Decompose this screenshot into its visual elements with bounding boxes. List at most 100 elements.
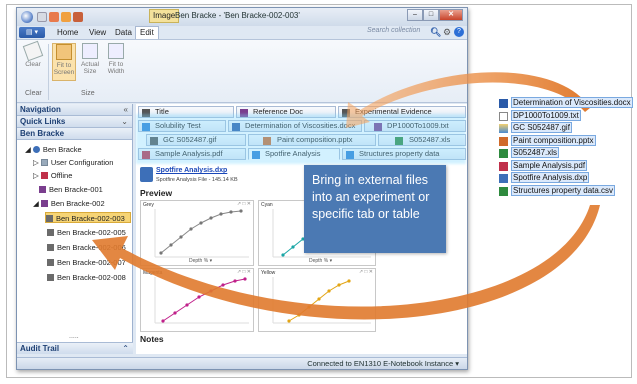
- notebook-icon: [40, 200, 48, 207]
- tab-reference-doc[interactable]: Reference Doc: [236, 106, 336, 118]
- menu-edit[interactable]: Edit: [135, 26, 159, 39]
- external-file-item[interactable]: DP1000To1009.txt: [498, 109, 626, 123]
- close-button[interactable]: ✕: [439, 9, 463, 21]
- tree-label: Ben Bracke-002-003: [56, 214, 125, 223]
- tab-experimental-evidence[interactable]: Experimental Evidence: [338, 106, 466, 118]
- external-file-item[interactable]: S052487.xls: [498, 147, 626, 160]
- chevron-up-icon[interactable]: ⌃: [122, 343, 129, 355]
- tree-item-ben-bracke-002-005[interactable]: Ben Bracke-002-005: [47, 227, 126, 238]
- fit-to-screen-label: Fit to Screen: [53, 62, 75, 76]
- fit-screen-icon: [56, 44, 72, 60]
- page-icon[interactable]: [37, 12, 47, 22]
- excel-icon: [499, 149, 508, 158]
- word-icon: [232, 123, 240, 131]
- tree-label: Ben Bracke-001: [49, 185, 103, 194]
- tree-label: Ben Bracke-002-006: [57, 243, 126, 252]
- tree-item-ben-bracke-002-003[interactable]: Ben Bracke-002-003: [45, 212, 131, 223]
- external-file-item[interactable]: Spotfire Analysis.dxp: [498, 172, 626, 185]
- tree-item-ben-bracke-001[interactable]: Ben Bracke-001: [39, 184, 103, 195]
- file-menu-button[interactable]: ▤ ▾: [19, 27, 45, 38]
- tab-label: DP1000To1009.txt: [387, 121, 449, 130]
- app-logo-icon[interactable]: [21, 11, 33, 23]
- tab-paint-composition[interactable]: Paint composition.pptx: [248, 134, 376, 146]
- collapse-icon[interactable]: «: [124, 104, 128, 116]
- external-file-list: Determination of Viscosities.docx DP1000…: [498, 97, 633, 198]
- plot-xlabel[interactable]: Depth % ▾: [309, 258, 332, 264]
- search-input[interactable]: Search collection: [367, 27, 427, 34]
- chevron-down-icon[interactable]: ⌄: [121, 116, 128, 128]
- section-header[interactable]: Ben Bracke: [17, 128, 132, 140]
- fit-to-screen-button[interactable]: Fit to Screen: [52, 43, 76, 81]
- doc-icon: [240, 109, 248, 117]
- tab-dp1000to1009[interactable]: DP1000To1009.txt: [364, 120, 466, 132]
- external-file-item[interactable]: Structures property data.csv: [498, 184, 626, 198]
- quick-access-toolbar: [37, 12, 83, 22]
- redo-icon[interactable]: [73, 12, 83, 22]
- quick-links-header[interactable]: Quick Links ⌄: [17, 116, 132, 128]
- minimize-button[interactable]: –: [407, 9, 423, 21]
- tree-item-ben-bracke-002-008[interactable]: Ben Bracke-002-008: [47, 272, 126, 283]
- tree-item-root[interactable]: ◢ Ben Bracke: [25, 144, 82, 155]
- external-file-item[interactable]: Paint composition.pptx: [498, 134, 626, 148]
- ribbon: Clear Fit to Screen Actual Size Fit to W…: [17, 39, 467, 103]
- undo-icon[interactable]: [61, 12, 71, 22]
- plot-xlabel[interactable]: Depth % ▾: [189, 258, 212, 264]
- actual-size-button[interactable]: Actual Size: [78, 43, 102, 75]
- tab-s052487-xls[interactable]: S052487.xls: [378, 134, 466, 146]
- tree-label: Ben Bracke: [42, 145, 82, 154]
- maximize-button[interactable]: □: [423, 9, 439, 21]
- file-label: S052487.xls: [511, 147, 560, 158]
- text-file-icon: [499, 111, 508, 121]
- spotfire-file-icon: [140, 167, 153, 182]
- section-title: Ben Bracke: [20, 129, 65, 138]
- actual-size-label: Actual Size: [80, 61, 100, 75]
- tab-gc-s052487[interactable]: GC S052487.gif: [146, 134, 246, 146]
- external-file-item[interactable]: Sample Analysis.pdf: [498, 159, 626, 173]
- navigation-title: Navigation: [20, 105, 61, 114]
- plot-series-line: [162, 278, 246, 322]
- spotfire-icon: [252, 151, 260, 159]
- external-file-item[interactable]: Determination of Viscosities.docx: [498, 97, 633, 110]
- experiment-icon: [47, 244, 54, 251]
- plot-points: [161, 277, 247, 323]
- experiment-icon: [46, 215, 53, 222]
- tab-spotfire-analysis[interactable]: Spotfire Analysis: [248, 148, 340, 160]
- file-name-link[interactable]: Spotfire Analysis.dxp: [156, 167, 227, 174]
- tab-label: Sample Analysis.pdf: [155, 149, 223, 158]
- tree-item-ben-bracke-002-007[interactable]: Ben Bracke-002-007: [47, 257, 126, 268]
- help-icon[interactable]: ?: [454, 27, 464, 37]
- tab-title[interactable]: Title: [138, 106, 234, 118]
- pane-splitter[interactable]: .....: [69, 333, 79, 340]
- file-label: Structures property data.csv: [511, 184, 616, 196]
- offline-icon: [40, 172, 48, 179]
- tab-determination-of-viscosities[interactable]: Determination of Viscosities.docx: [228, 120, 362, 132]
- menu-home[interactable]: Home: [57, 28, 78, 37]
- tab-label: Solubility Test: [155, 121, 201, 130]
- tree-item-offline[interactable]: ▷ Offline: [33, 170, 72, 181]
- callout-box: Bring in external files into an experime…: [304, 165, 446, 253]
- file-label: Paint composition.pptx: [511, 134, 596, 146]
- tree-item-user-configuration[interactable]: ▷ User Configuration: [33, 157, 113, 168]
- file-size-text: Spotfire Analysis File - 145.14 KB: [156, 177, 238, 183]
- csv-icon: [346, 151, 354, 159]
- menu-data[interactable]: Data: [115, 28, 132, 37]
- tab-structures-property-data[interactable]: Structures property data: [342, 148, 466, 160]
- tree-item-ben-bracke-002-006[interactable]: Ben Bracke-002-006: [47, 242, 126, 253]
- audit-trail-header[interactable]: Audit Trail ⌃: [17, 342, 133, 354]
- tab-solubility-test[interactable]: Solubility Test: [138, 120, 226, 132]
- menu-view[interactable]: View: [89, 28, 106, 37]
- refresh-icon[interactable]: [49, 12, 59, 22]
- connection-status[interactable]: Connected to EN1310 E-Notebook Instance …: [307, 359, 459, 368]
- fit-to-width-button[interactable]: Fit to Width: [104, 43, 128, 75]
- settings-icon[interactable]: ⚙: [443, 27, 451, 38]
- navigation-header[interactable]: Navigation «: [17, 104, 132, 116]
- external-file-item[interactable]: GC S052487.gif: [498, 122, 626, 135]
- group-separator: [48, 44, 49, 100]
- status-bar: Connected to EN1310 E-Notebook Instance …: [17, 357, 467, 369]
- word-icon: [499, 99, 508, 108]
- eraser-icon: [22, 40, 44, 62]
- search-icon[interactable]: 🔍︎: [430, 27, 441, 37]
- clear-button[interactable]: Clear: [21, 40, 45, 68]
- tab-sample-analysis[interactable]: Sample Analysis.pdf: [138, 148, 246, 160]
- tree-item-ben-bracke-002[interactable]: ◢ Ben Bracke-002: [33, 198, 105, 209]
